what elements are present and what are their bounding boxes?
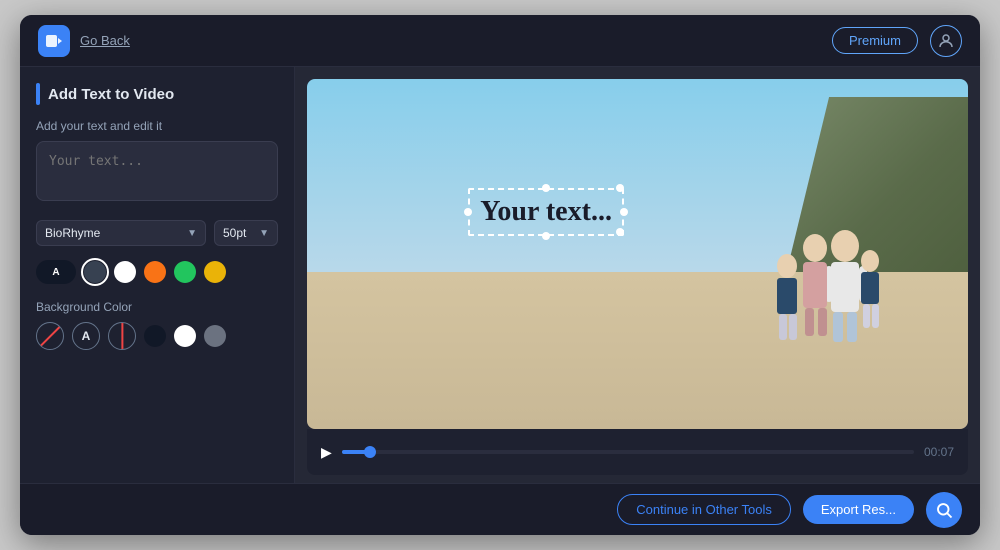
color-toggle[interactable]: A	[36, 260, 76, 284]
text-overlay-border	[468, 188, 624, 236]
sidebar-title-bar: Add Text to Video	[36, 83, 278, 105]
handle-bottom-right[interactable]	[616, 228, 624, 236]
handle-mid-right[interactable]	[464, 208, 472, 216]
video-container: Your text...	[307, 79, 968, 429]
people-svg	[715, 206, 915, 366]
search-fab-button[interactable]	[926, 492, 962, 528]
header: Go Back Premium	[20, 15, 980, 67]
white-color-dot[interactable]	[114, 261, 136, 283]
gray-bg-option[interactable]	[204, 325, 226, 347]
user-avatar[interactable]	[930, 25, 962, 57]
header-left: Go Back	[38, 25, 130, 57]
app-logo	[38, 25, 70, 57]
video-area: Your text... ▶ 00:07	[295, 67, 980, 483]
font-controls: BioRhyme ▼ 50pt ▼	[36, 220, 278, 246]
main-content: Add Text to Video Add your text and edit…	[20, 67, 980, 483]
text-overlay-wrapper[interactable]: Your text...	[472, 192, 620, 232]
play-button[interactable]: ▶	[321, 444, 332, 461]
color-toggle-label: A	[52, 267, 59, 278]
bottom-bar: Continue in Other Tools Export Res...	[20, 483, 980, 535]
orange-color-dot[interactable]	[144, 261, 166, 283]
timeline-duration: 00:07	[924, 445, 954, 459]
font-size-select[interactable]: 50pt ▼	[214, 220, 278, 246]
dark-gray-color-dot[interactable]	[84, 261, 106, 283]
handle-top-center[interactable]	[542, 184, 550, 192]
green-color-dot[interactable]	[174, 261, 196, 283]
text-area-label: Add your text and edit it	[36, 119, 278, 133]
accent-bar	[36, 83, 40, 105]
sidebar-title: Add Text to Video	[48, 86, 174, 103]
timeline: ▶ 00:07	[307, 429, 968, 475]
search-icon	[935, 501, 953, 519]
bg-color-label: Background Color	[36, 300, 278, 314]
black-bg-option[interactable]	[144, 325, 166, 347]
continue-button[interactable]: Continue in Other Tools	[617, 494, 791, 525]
text-color-row: A	[36, 260, 278, 284]
diagonal-bg-option[interactable]	[102, 316, 142, 356]
size-chevron-icon: ▼	[259, 228, 269, 239]
handle-mid-right2[interactable]	[620, 208, 628, 216]
text-input[interactable]	[36, 141, 278, 201]
font-family-value: BioRhyme	[45, 226, 100, 240]
white-bg-option[interactable]	[174, 325, 196, 347]
timeline-thumb[interactable]	[364, 446, 376, 458]
export-button[interactable]: Export Res...	[803, 495, 914, 524]
user-icon	[937, 32, 955, 50]
app-window: Go Back Premium Add Text to Video Add yo…	[20, 15, 980, 535]
app-logo-icon	[44, 31, 64, 51]
yellow-color-dot[interactable]	[204, 261, 226, 283]
handle-bottom-center[interactable]	[542, 232, 550, 240]
font-size-value: 50pt	[223, 226, 246, 240]
text-bg-option[interactable]: A	[72, 322, 100, 350]
handle-top-right[interactable]	[616, 184, 624, 192]
font-chevron-icon: ▼	[187, 228, 197, 239]
no-bg-option[interactable]	[36, 322, 64, 350]
timeline-track[interactable]	[342, 450, 914, 454]
font-family-select[interactable]: BioRhyme ▼	[36, 220, 206, 246]
go-back-button[interactable]: Go Back	[80, 33, 130, 48]
premium-button[interactable]: Premium	[832, 27, 918, 54]
beach-scene	[307, 79, 968, 429]
bg-color-row: A	[36, 322, 278, 350]
sidebar: Add Text to Video Add your text and edit…	[20, 67, 295, 483]
text-overlay-container: Your text...	[472, 192, 620, 232]
header-right: Premium	[832, 25, 962, 57]
